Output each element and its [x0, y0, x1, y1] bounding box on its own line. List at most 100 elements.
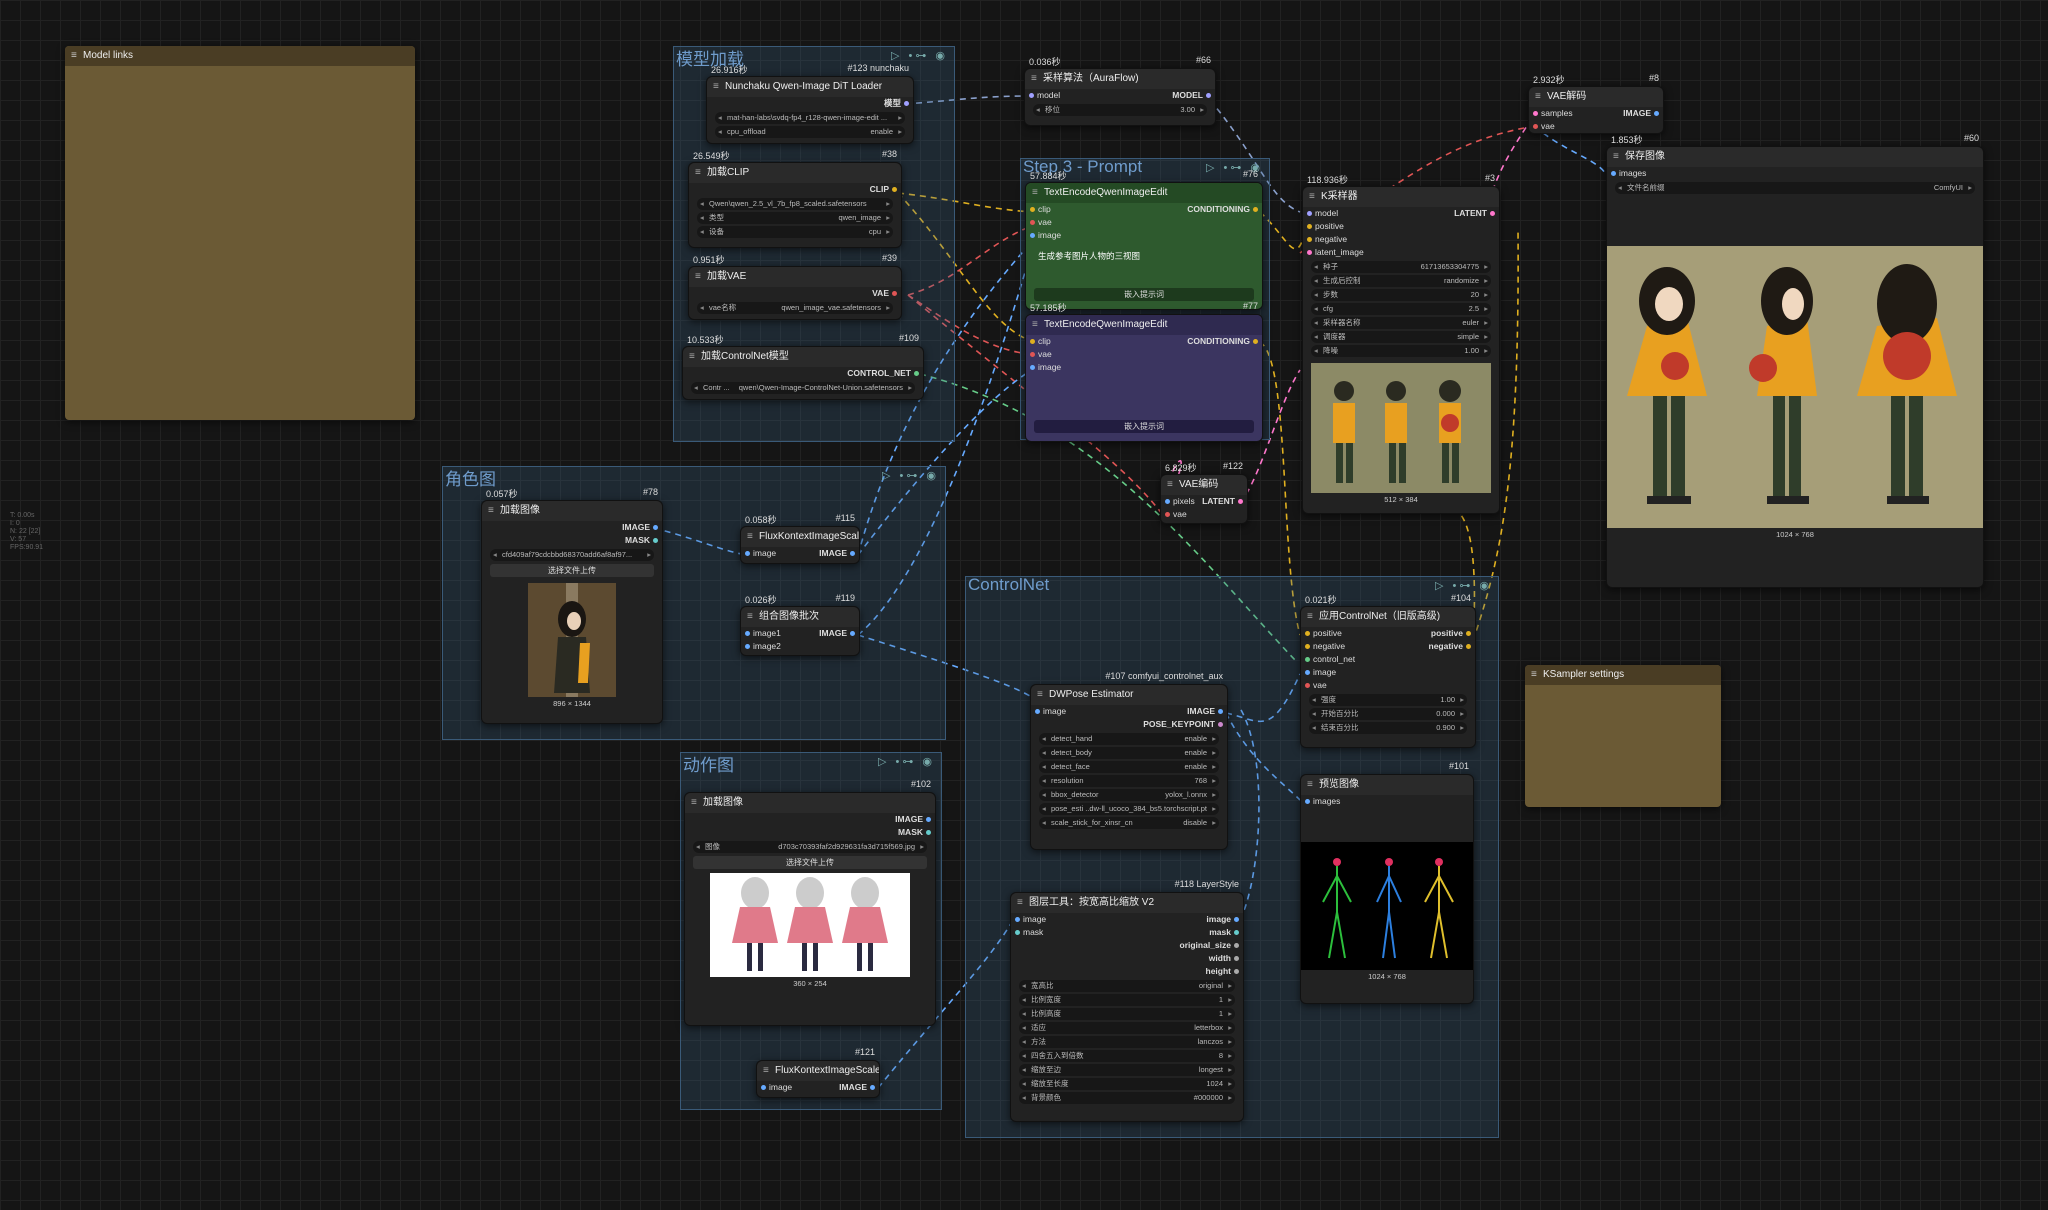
output-image[interactable]: image — [1206, 913, 1231, 926]
detect-hand-toggle[interactable]: detect_handenable — [1039, 733, 1219, 745]
output-height[interactable]: height — [1206, 965, 1232, 978]
proportional-height-input[interactable]: 比例高度1 — [1019, 1008, 1235, 1020]
prompt-text-area[interactable] — [1038, 382, 1250, 412]
embed-prompt-button[interactable]: 嵌入提示词 — [1034, 420, 1254, 433]
node-vae-decode[interactable]: 2.932秒 #8 VAE解码 samples IMAGE vae — [1528, 73, 1664, 134]
output-latent[interactable]: LATENT — [1202, 495, 1235, 508]
background-color-input[interactable]: 背景颜色#000000 — [1019, 1092, 1235, 1104]
vae-name-select[interactable]: vae名称qwen_image_vae.safetensors — [697, 302, 893, 314]
output-mask[interactable]: mask — [1209, 926, 1231, 939]
input-positive[interactable]: positive — [1313, 627, 1342, 640]
node-load-clip[interactable]: 26.549秒 #38 加载CLIP CLIP Qwen\qwen_2.5_vl… — [688, 149, 902, 248]
note-ksampler-settings[interactable]: KSampler settings — [1525, 665, 1721, 807]
fit-select[interactable]: 适应letterbox — [1019, 1022, 1235, 1034]
node-title[interactable]: VAE解码 — [1529, 87, 1663, 107]
detect-face-toggle[interactable]: detect_faceenable — [1039, 761, 1219, 773]
input-image2[interactable]: image2 — [753, 640, 781, 653]
input-image[interactable]: image — [1023, 913, 1046, 926]
output-latent[interactable]: LATENT — [1454, 207, 1487, 220]
node-load-controlnet[interactable]: 10.533秒 #109 加载ControlNet模型 CONTROL_NET … — [682, 333, 924, 400]
node-load-vae[interactable]: 0.951秒 #39 加载VAE VAE vae名称qwen_image_vae… — [688, 253, 902, 320]
node-title[interactable]: 应用ControlNet（旧版高级) — [1301, 607, 1475, 627]
node-title[interactable]: K采样器 — [1303, 187, 1499, 207]
controlnet-name-select[interactable]: Contr ...qwen\Qwen-Image-ControlNet-Unio… — [691, 382, 915, 394]
control-after-generate-select[interactable]: 生成后控制randomize — [1311, 275, 1491, 287]
input-negative[interactable]: negative — [1313, 640, 1345, 653]
output-image[interactable]: IMAGE — [895, 813, 923, 826]
input-image[interactable]: image — [753, 547, 776, 560]
node-apply-controlnet[interactable]: 0.021秒 #104 应用ControlNet（旧版高级) positive p… — [1300, 593, 1476, 748]
node-batch-images[interactable]: 0.026秒 #119 组合图像批次 image1 IMAGE image2 — [740, 593, 860, 656]
output-image[interactable]: IMAGE — [622, 521, 650, 534]
proportional-width-input[interactable]: 比例宽度1 — [1019, 994, 1235, 1006]
input-samples[interactable]: samples — [1541, 107, 1573, 120]
output-model[interactable]: MODEL — [1172, 89, 1203, 102]
filename-prefix-input[interactable]: 文件名前缀ComfyUI — [1615, 182, 1975, 194]
output-model[interactable]: 模型 — [884, 97, 901, 110]
node-title[interactable]: Nunchaku Qwen-Image DiT Loader — [707, 77, 913, 97]
input-images[interactable]: images — [1619, 167, 1646, 180]
seed-input[interactable]: 种子617136533047​75 — [1311, 261, 1491, 273]
output-image[interactable]: IMAGE — [819, 547, 847, 560]
input-control-net[interactable]: control_net — [1313, 653, 1355, 666]
model-select[interactable]: mat-han-labs\svdq-fp4_r128-qwen-image-ed… — [715, 112, 905, 124]
input-vae[interactable]: vae — [1313, 679, 1327, 692]
group-controls-icon[interactable]: ▷ •⊶ ◉ — [878, 755, 935, 768]
node-title[interactable]: TextEncodeQwenImageEdit — [1026, 315, 1262, 335]
input-image[interactable]: image — [1038, 361, 1061, 374]
input-model[interactable]: model — [1037, 89, 1060, 102]
aspect-ratio-select[interactable]: 宽高比original — [1019, 980, 1235, 992]
node-title[interactable]: FluxKontextImageScale — [741, 527, 859, 547]
node-load-image-role[interactable]: 0.057秒 #78 加载图像 IMAGE MASK cfd409af79cdc… — [481, 487, 663, 724]
method-select[interactable]: 方法lanczos — [1019, 1036, 1235, 1048]
output-image[interactable]: IMAGE — [1187, 705, 1215, 718]
end-percent-input[interactable]: 结束百分比0.900 — [1309, 722, 1467, 734]
output-original-size[interactable]: original_size — [1180, 939, 1232, 952]
input-latent-image[interactable]: latent_image — [1315, 246, 1364, 259]
group-controls-icon[interactable]: ▷ •⊶ ◉ — [891, 49, 948, 62]
output-negative[interactable]: negative — [1429, 640, 1464, 653]
node-title[interactable]: 预览图像 — [1301, 775, 1473, 795]
scheduler-select[interactable]: 调度器simple — [1311, 331, 1491, 343]
node-title[interactable]: VAE编码 — [1161, 475, 1247, 495]
upload-file-button[interactable]: 选择文件上传 — [490, 564, 654, 577]
node-title[interactable]: FluxKontextImageScale — [757, 1061, 879, 1081]
output-mask[interactable]: MASK — [625, 534, 650, 547]
group-controls-icon[interactable]: ▷ •⊶ ◉ — [1435, 579, 1492, 592]
input-mask[interactable]: mask — [1023, 926, 1043, 939]
output-clip[interactable]: CLIP — [870, 183, 889, 196]
output-conditioning[interactable]: CONDITIONING — [1187, 335, 1250, 348]
node-title[interactable]: 加载ControlNet模型 — [683, 347, 923, 367]
input-negative[interactable]: negative — [1315, 233, 1347, 246]
scale-stick-toggle[interactable]: scale_stick_for_xinsr_cndisable — [1039, 817, 1219, 829]
input-pixels[interactable]: pixels — [1173, 495, 1195, 508]
output-image[interactable]: IMAGE — [839, 1081, 867, 1094]
upload-file-button[interactable]: 选择文件上传 — [693, 856, 927, 869]
scale-to-side-select[interactable]: 缩放至边longest — [1019, 1064, 1235, 1076]
embed-prompt-button[interactable]: 嵌入提示词 — [1034, 288, 1254, 301]
output-pose-keypoint[interactable]: POSE_KEYPOINT — [1143, 718, 1215, 731]
input-image1[interactable]: image1 — [753, 627, 781, 640]
input-clip[interactable]: clip — [1038, 335, 1051, 348]
input-image[interactable]: image — [1038, 229, 1061, 242]
node-title[interactable]: 加载VAE — [689, 267, 901, 287]
output-width[interactable]: width — [1209, 952, 1231, 965]
device-select[interactable]: 设备cpu — [697, 226, 893, 238]
scale-to-length-input[interactable]: 缩放至长度1024 — [1019, 1078, 1235, 1090]
steps-input[interactable]: 步数20 — [1311, 289, 1491, 301]
resolution-input[interactable]: resolution768 — [1039, 775, 1219, 787]
input-positive[interactable]: positive — [1315, 220, 1344, 233]
node-ksampler[interactable]: 118.936秒 #3 K采样器 model LATENT positive ne… — [1302, 173, 1500, 514]
node-text-encode-negative[interactable]: 57.185秒 #77 TextEncodeQwenImageEdit clip… — [1025, 301, 1263, 442]
node-title[interactable]: 图层工具：按宽高比缩放 V2 — [1011, 893, 1243, 913]
denoise-input[interactable]: 降噪1.00 — [1311, 345, 1491, 357]
node-flux-kontext-scale-1[interactable]: 0.058秒 #115 FluxKontextImageScale image I… — [740, 513, 860, 564]
cpu-offload-select[interactable]: cpu_offloadenable — [715, 126, 905, 138]
prompt-text[interactable]: 生成参考图片人物的三视图 — [1038, 250, 1250, 280]
node-title[interactable]: DWPose Estimator — [1031, 685, 1227, 705]
node-title[interactable]: TextEncodeQwenImageEdit — [1026, 183, 1262, 203]
input-image[interactable]: image — [1043, 705, 1066, 718]
node-title[interactable]: 加载CLIP — [689, 163, 901, 183]
node-title[interactable]: 组合图像批次 — [741, 607, 859, 627]
detect-body-toggle[interactable]: detect_bodyenable — [1039, 747, 1219, 759]
